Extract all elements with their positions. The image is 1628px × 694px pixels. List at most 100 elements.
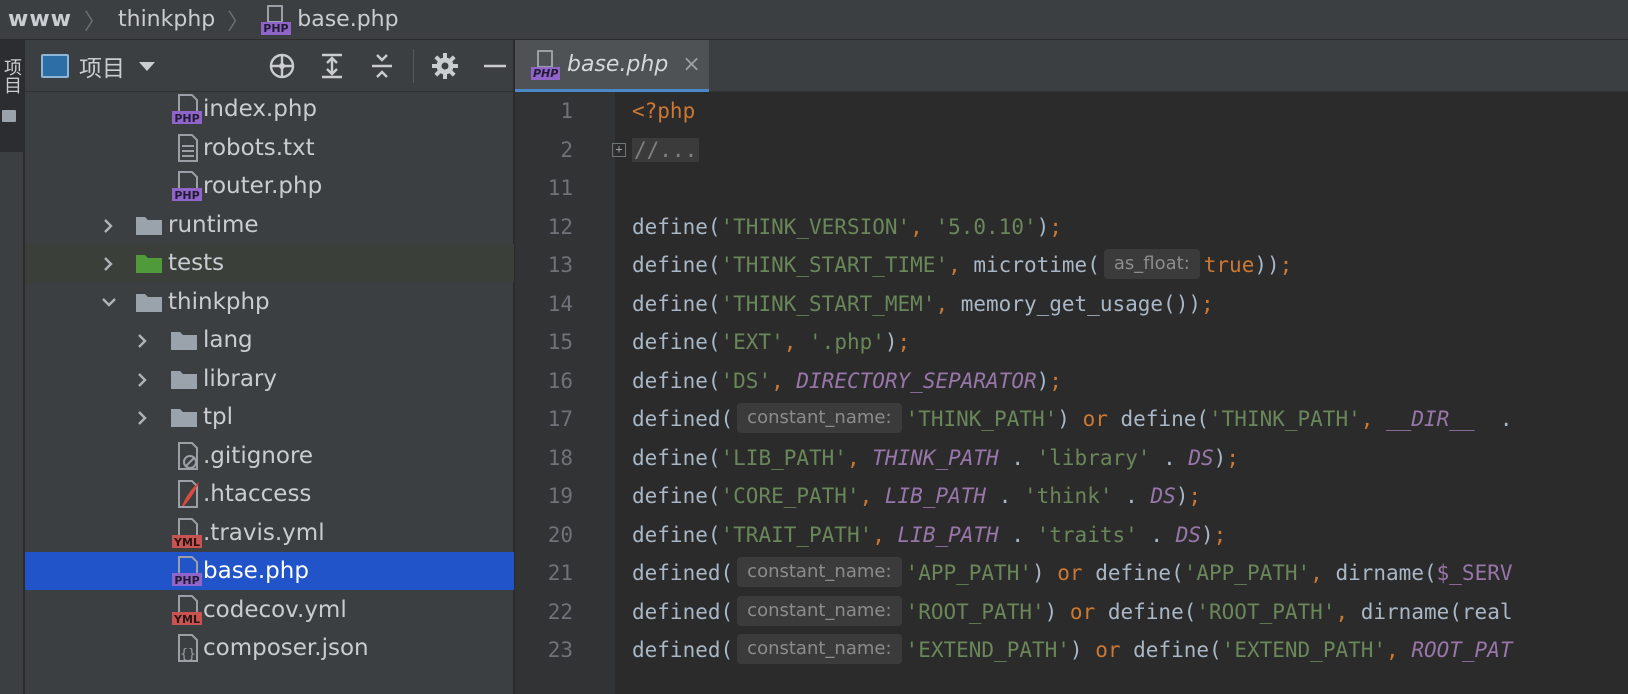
collapse-all-icon[interactable] — [367, 51, 397, 81]
code-line[interactable]: define('DS', DIRECTORY_SEPARATOR); — [632, 362, 1062, 400]
code-token: ( — [707, 330, 721, 354]
chevron-down-icon[interactable] — [101, 295, 116, 309]
chevron-right-icon[interactable] — [135, 372, 149, 387]
code-token: ( — [720, 407, 734, 431]
breadcrumb-item-thinkphp[interactable]: thinkphp — [118, 7, 215, 32]
code-line[interactable]: define('THINK_START_MEM', memory_get_usa… — [632, 285, 1214, 323]
code-line[interactable]: define('CORE_PATH', LIB_PATH . 'think' .… — [632, 477, 1201, 515]
tree-item[interactable]: tpl — [25, 398, 514, 436]
code-token: define — [632, 253, 708, 277]
code-line[interactable]: define('THINK_START_TIME', microtime(as_… — [632, 246, 1292, 284]
code-token: 'TRAIT_PATH' — [720, 522, 873, 547]
code-editor[interactable]: 1 2 11 12 13 14 15 16 17 18 19 20 21 22 23 + <?php//... d… — [515, 92, 1628, 694]
line-number: 22 — [547, 599, 573, 624]
code-token: LIB_PATH — [897, 522, 999, 547]
code-line[interactable]: defined(constant_name: 'APP_PATH') or def… — [632, 554, 1513, 592]
code-token: DIRECTORY_SEPARATOR — [796, 368, 1037, 393]
tree-item[interactable]: robots.txt — [25, 129, 514, 167]
line-number: 16 — [547, 368, 573, 393]
code-token: $_SERV — [1436, 561, 1513, 585]
chevron-right-icon[interactable] — [135, 410, 149, 425]
code-line[interactable]: defined(constant_name: 'THINK_PATH') or d… — [632, 400, 1512, 438]
code-token: ( — [1423, 561, 1437, 585]
tree-item[interactable]: PHP base.php — [25, 552, 514, 590]
code-token: ) — [1036, 368, 1050, 393]
code-token: 'THINK_VERSION' — [720, 214, 911, 239]
code-token: . — [1137, 522, 1176, 547]
code-token: ; — [1279, 253, 1293, 277]
code-line[interactable]: define('TRAIT_PATH', LIB_PATH . 'traits'… — [632, 516, 1226, 554]
code-token: define — [1095, 561, 1172, 585]
parameter-hint: constant_name: — [737, 557, 902, 587]
code-token: '.php' — [809, 330, 885, 354]
line-number: 18 — [547, 445, 573, 470]
code-token: ( — [707, 368, 721, 393]
tree-item[interactable]: library — [25, 360, 514, 398]
chevron-down-icon[interactable] — [139, 62, 155, 71]
code-line[interactable]: define('LIB_PATH', THINK_PATH . 'library… — [632, 439, 1239, 477]
code-line[interactable]: //... — [632, 131, 700, 169]
chevron-right-icon[interactable] — [101, 256, 115, 271]
tree-item-label: tests — [168, 250, 225, 276]
close-icon[interactable]: × — [682, 52, 700, 77]
code-token: ) — [1031, 561, 1058, 585]
code-token: DS — [1188, 445, 1214, 470]
tree-item[interactable]: thinkphp — [25, 283, 514, 321]
code-token: define — [1107, 599, 1184, 624]
code-line[interactable]: defined(constant_name: 'ROOT_PATH') or de… — [632, 593, 1512, 631]
parameter-hint: constant_name: — [737, 634, 902, 664]
code-line[interactable]: defined(constant_name: 'EXTEND_PATH') or … — [632, 631, 1513, 669]
tree-item[interactable]: PHP router.php — [25, 167, 514, 205]
fold-expand-icon[interactable]: + — [612, 142, 626, 157]
code-token: define — [632, 522, 708, 547]
code-token: define — [1133, 638, 1210, 662]
tree-item[interactable]: PHP index.php — [25, 90, 514, 128]
expand-all-icon[interactable] — [317, 51, 347, 81]
tree-item-label: router.php — [203, 173, 323, 199]
breadcrumb-item-www[interactable]: www — [8, 7, 72, 32]
tree-item[interactable]: {} composer.json — [25, 629, 514, 667]
code-token: or — [1082, 407, 1121, 431]
code-line[interactable]: define('THINK_VERSION', '5.0.10'); — [632, 208, 1062, 246]
line-number: 13 — [547, 253, 573, 277]
code-token: define — [632, 330, 708, 354]
code-token: . — [986, 484, 1024, 508]
folder-icon — [135, 214, 163, 236]
folder-icon — [170, 329, 198, 351]
line-number: 11 — [547, 176, 573, 200]
breadcrumb: www 〉 thinkphp 〉 PHP base.php — [0, 0, 1628, 40]
code-token: define — [632, 445, 708, 470]
minimize-icon[interactable] — [480, 51, 510, 81]
tree-item[interactable]: .gitignore — [25, 437, 514, 475]
tree-item[interactable]: YML .travis.yml — [25, 514, 514, 552]
locate-icon[interactable] — [267, 51, 297, 81]
code-token: or — [1057, 561, 1096, 585]
project-view-selector[interactable]: 项目 — [79, 49, 125, 83]
project-panel: 项目 PHP index.php robots.txt PHP router.p… — [25, 40, 514, 694]
tree-item[interactable]: lang — [25, 321, 514, 359]
chevron-right-icon[interactable] — [135, 333, 149, 348]
code-token: define — [632, 484, 708, 508]
code-token: defined — [632, 599, 721, 624]
code-token: ; — [1213, 522, 1227, 547]
php-file-icon: PHP — [531, 49, 561, 80]
tree-item[interactable]: runtime — [25, 206, 514, 244]
tree-item[interactable]: tests — [25, 244, 514, 282]
breadcrumb-item-file[interactable]: PHP base.php — [261, 4, 399, 35]
tree-item-label: thinkphp — [168, 288, 270, 315]
project-tool-tab[interactable]: 项目 — [0, 40, 24, 152]
chevron-right-icon[interactable] — [101, 218, 115, 233]
code-token: ( — [1196, 407, 1210, 431]
line-number: 23 — [547, 638, 573, 662]
tab-base-php[interactable]: PHP base.php × — [515, 40, 709, 92]
tree-item[interactable]: .htaccess — [25, 475, 514, 513]
gear-icon[interactable] — [430, 51, 460, 81]
code-token: ) — [1069, 638, 1096, 662]
toolbar-divider — [413, 49, 414, 83]
code-line[interactable]: <?php — [632, 92, 695, 130]
code-token: ; — [1188, 484, 1202, 508]
code-token: ( — [720, 599, 734, 624]
tree-item[interactable]: YML codecov.yml — [25, 591, 514, 629]
code-line[interactable]: define('EXT', '.php'); — [632, 323, 910, 361]
code-token: , — [846, 445, 873, 470]
